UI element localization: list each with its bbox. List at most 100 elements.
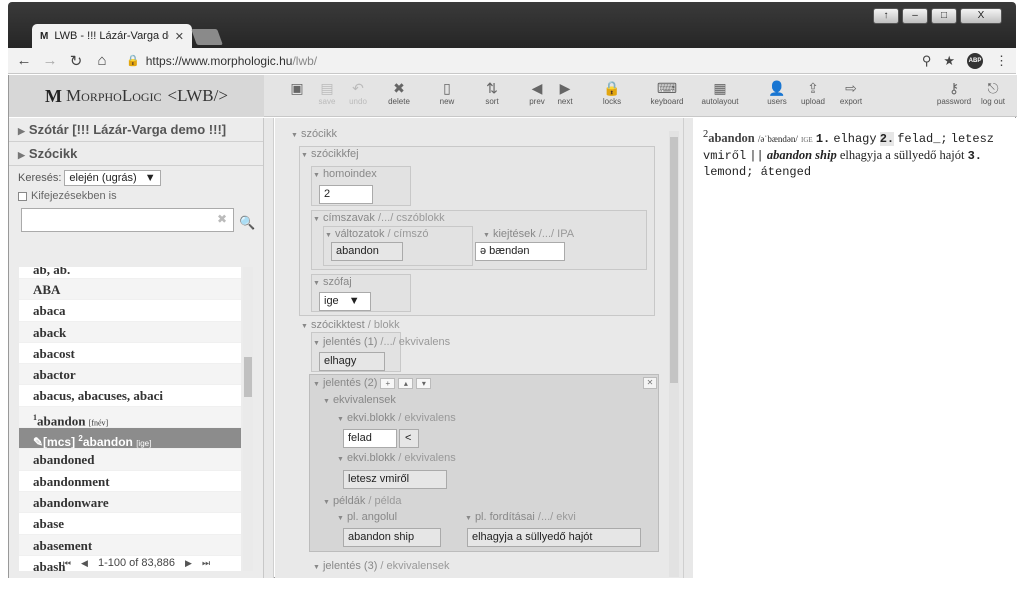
window-maximize-button[interactable]: □: [931, 8, 957, 24]
next-button[interactable]: ▶ next: [545, 79, 585, 106]
entry-section-header[interactable]: ▶ Szócikk: [9, 142, 263, 166]
entry-list-item-selected[interactable]: ✎[mcs] 2abandon [ige]: [19, 428, 241, 450]
ekvi1-field[interactable]: felad: [343, 429, 397, 448]
locks-button[interactable]: 🔒 locks: [592, 79, 632, 106]
node-jelentes3[interactable]: ▼ jelentés (3) / ekvivalensek: [313, 560, 450, 572]
move-down-icon[interactable]: ▾: [416, 377, 432, 389]
autolayout-button[interactable]: ▦ autolayout: [698, 79, 742, 106]
prev-page-icon[interactable]: ◀: [81, 558, 88, 569]
ipa-field[interactable]: ə bændən: [475, 242, 565, 261]
browser-tab[interactable]: M LWB - !!! Lázár-Varga de ✕: [32, 24, 192, 48]
entry-pos-tag: [fnév]: [88, 418, 109, 428]
right-splitter[interactable]: [683, 118, 693, 578]
entry-list-item[interactable]: abacost: [19, 343, 241, 365]
node-ekviblokk-1[interactable]: ▼ ekvi.blokk / ekvivalens: [337, 412, 456, 424]
keyboard-button[interactable]: ⌨ keyboard: [647, 79, 687, 106]
preview-separator: ||: [749, 149, 764, 164]
entry-list-item[interactable]: abase: [19, 513, 241, 535]
entry-list-item[interactable]: ab, ab.: [19, 267, 241, 279]
expressions-checkbox[interactable]: [18, 191, 27, 201]
search-mode-select[interactable]: elején (ugrás) ▼: [64, 170, 161, 186]
tab-close-icon[interactable]: ✕: [175, 30, 184, 43]
preview-sense-number: 1.: [815, 132, 831, 147]
entry-list-item[interactable]: abasement: [19, 534, 241, 556]
entry-list-item[interactable]: abandoned: [19, 449, 241, 471]
scrollbar-thumb[interactable]: [244, 357, 252, 397]
node-pl-forditasai[interactable]: ▼ pl. fordításai /.../ ekvi: [465, 511, 576, 523]
reload-icon[interactable]: ↻: [68, 52, 84, 70]
entry-list-item[interactable]: 1abandon [fnév]: [19, 406, 241, 429]
pin-icon[interactable]: ⚲: [922, 53, 932, 69]
entry-headword: abacus, abacuses, abaci: [33, 388, 164, 404]
password-button[interactable]: ⚷ password: [931, 79, 977, 106]
entry-list-item[interactable]: abandonware: [19, 491, 241, 514]
remove-jelentes-icon[interactable]: ✕: [643, 377, 657, 389]
cimszo-field[interactable]: abandon: [331, 242, 403, 261]
users-button[interactable]: 👤 users: [757, 79, 797, 106]
entry-list-scrollbar[interactable]: [243, 267, 253, 571]
address-bar[interactable]: 🔒 https://www.morphologic.hu/lwb/: [126, 54, 912, 68]
logout-button[interactable]: ⎋ log out: [973, 79, 1013, 106]
pl-angolul-field[interactable]: abandon ship: [343, 528, 441, 547]
new-tab-button[interactable]: [191, 29, 223, 45]
entry-list-item[interactable]: abaca: [19, 300, 241, 322]
menu-icon[interactable]: ⋮: [995, 53, 1008, 69]
node-valtozatok[interactable]: ▼ változatok / címszó: [325, 228, 428, 240]
sort-button[interactable]: ⇅ sort: [472, 79, 512, 106]
node-szocikktest[interactable]: ▼ szócikktest / blokk: [301, 319, 400, 331]
node-jelentes1[interactable]: ▼ jelentés (1) /.../ ekvivalens: [313, 336, 450, 348]
left-splitter[interactable]: [264, 118, 274, 578]
editor-scrollbar[interactable]: [669, 131, 679, 577]
last-page-icon[interactable]: ⏭: [202, 558, 210, 569]
delete-button[interactable]: ✖ delete: [379, 79, 419, 106]
node-cimszavak[interactable]: ▼ címszavak /.../ cszóblokk: [313, 212, 445, 224]
dictionary-section-header[interactable]: ▶ Szótár [!!! Lázár-Varga demo !!!]: [9, 118, 263, 142]
ekvi1-collapse-button[interactable]: <: [399, 429, 419, 448]
logo-text: MorphoLogic: [66, 86, 162, 105]
expressions-checkbox-row[interactable]: Kifejezésekben is: [9, 190, 263, 206]
add-icon[interactable]: +: [380, 377, 396, 389]
window-pin-button[interactable]: ↑: [873, 8, 899, 24]
undo-button[interactable]: ↶ undo: [338, 79, 378, 106]
node-szofaj[interactable]: ▼ szófaj: [313, 276, 352, 288]
forward-icon[interactable]: →: [42, 52, 58, 69]
node-ekvivalensek[interactable]: ▼ ekvivalensek: [323, 394, 396, 406]
homoindex-field[interactable]: 2: [319, 185, 373, 204]
search-icon[interactable]: 🔍: [239, 215, 255, 231]
node-pl-angolul[interactable]: ▼ pl. angolul: [337, 511, 397, 523]
move-up-icon[interactable]: ▴: [398, 377, 414, 389]
window-minimize-button[interactable]: –: [902, 8, 928, 24]
ekvi2-field[interactable]: letesz vmiről: [343, 470, 447, 489]
entry-headword: abandon: [82, 435, 133, 450]
entry-list-item[interactable]: aback: [19, 321, 241, 343]
node-szocikk[interactable]: ▼ szócikk: [291, 128, 337, 140]
first-page-icon[interactable]: ⏮: [63, 558, 71, 569]
search-input[interactable]: ✖: [21, 208, 234, 232]
home-icon[interactable]: ⌂: [94, 52, 110, 69]
clear-search-icon[interactable]: ✖: [217, 212, 227, 226]
new-button[interactable]: ▯ new: [427, 79, 467, 106]
node-szocikkfej[interactable]: ▼ szócikkfej: [301, 148, 359, 160]
pl-forditasai-field[interactable]: elhagyja a süllyedő hajót: [467, 528, 641, 547]
adblock-icon[interactable]: ABP: [967, 52, 983, 69]
node-jelentes2[interactable]: ▼ jelentés (2) + ▴ ▾: [313, 377, 432, 389]
node-homoindex[interactable]: ▼ homoindex: [313, 168, 377, 180]
export-button[interactable]: ⇨ export: [831, 79, 871, 106]
entry-list-item[interactable]: abacus, abacuses, abaci: [19, 385, 241, 407]
scrollbar-thumb[interactable]: [670, 137, 678, 383]
entry-headword: abandoned: [33, 452, 95, 468]
entry-headword: abandonment: [33, 473, 110, 489]
star-icon[interactable]: ★: [943, 53, 955, 69]
jelentes1-field[interactable]: elhagy: [319, 352, 385, 371]
node-ekviblokk-2[interactable]: ▼ ekvi.blokk / ekvivalens: [337, 452, 456, 464]
entry-list-item[interactable]: ABA: [19, 279, 241, 301]
node-kiejtesek[interactable]: ▼ kiejtések /.../ IPA: [483, 228, 574, 240]
entry-list-item[interactable]: abandonment: [19, 471, 241, 492]
szofaj-select[interactable]: ige ▼: [319, 292, 371, 311]
node-peldak[interactable]: ▼ példák / példa: [323, 495, 401, 507]
entry-list-item[interactable]: abactor: [19, 364, 241, 386]
next-page-icon[interactable]: ▶: [185, 558, 192, 569]
upload-button[interactable]: ⇪ upload: [793, 79, 833, 106]
back-icon[interactable]: ←: [16, 52, 32, 69]
window-close-button[interactable]: X: [960, 8, 1002, 24]
